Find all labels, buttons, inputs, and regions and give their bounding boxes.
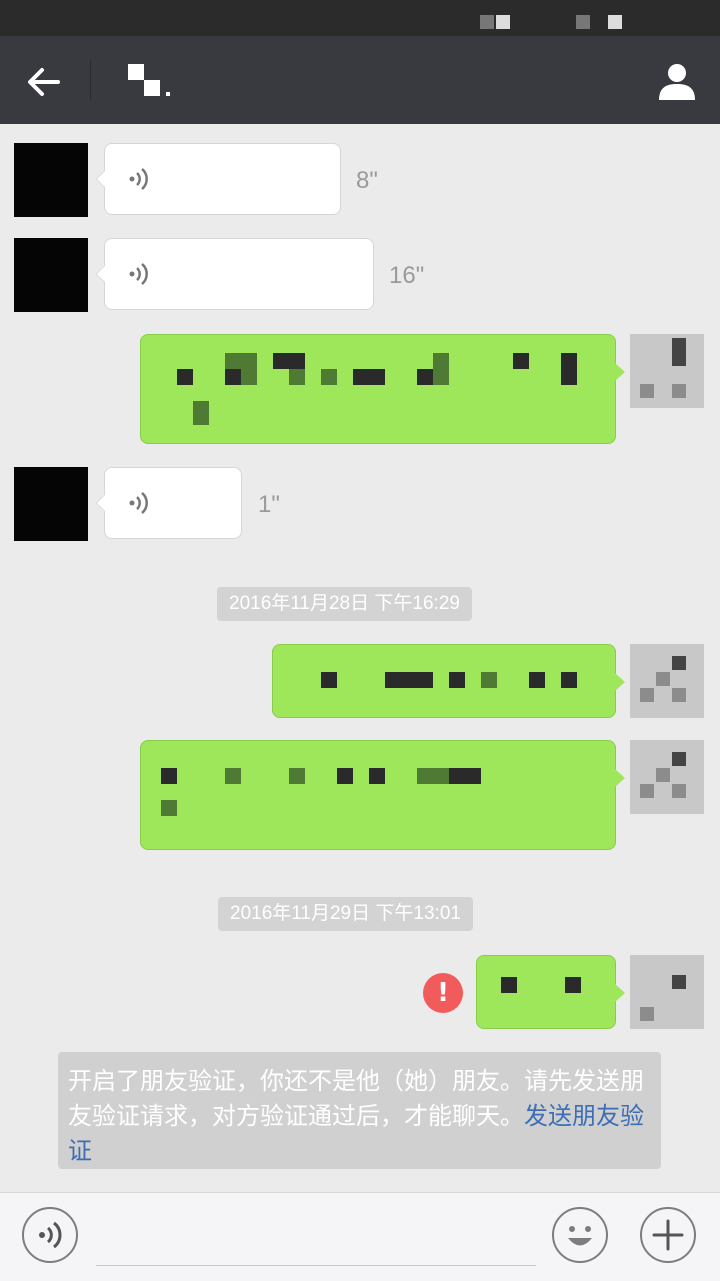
back-button[interactable]	[22, 60, 66, 104]
timestamp: 2016年11月29日 下午13:01	[218, 897, 473, 931]
sent-message-bubble[interactable]	[272, 644, 625, 718]
voice-message-bubble[interactable]	[96, 238, 374, 310]
send-failed-icon[interactable]: !	[423, 973, 463, 1013]
status-indicator	[576, 15, 590, 29]
profile-button[interactable]	[656, 60, 698, 102]
voice-duration: 16"	[389, 262, 425, 289]
status-indicator	[496, 15, 510, 29]
sent-message-bubble[interactable]	[140, 334, 625, 444]
sent-message-bubble[interactable]	[140, 740, 625, 850]
sent-message-bubble[interactable]	[476, 955, 625, 1029]
voice-message-bubble[interactable]	[96, 467, 242, 539]
voice-duration: 1"	[258, 491, 280, 518]
input-bar	[0, 1192, 720, 1281]
plus-icon	[652, 1219, 684, 1251]
my-avatar[interactable]	[630, 955, 704, 1029]
status-bar	[0, 0, 720, 36]
my-avatar[interactable]	[630, 334, 704, 408]
contact-avatar[interactable]	[14, 143, 88, 217]
friend-verification-notice: 开启了朋友验证，你还不是他（她）朋友。请先发送朋友验证请求，对方验证通过后，才能…	[58, 1052, 661, 1169]
voice-icon	[39, 1221, 62, 1249]
my-avatar[interactable]	[630, 740, 704, 814]
voice-duration: 8"	[356, 167, 378, 194]
voice-wave-icon	[129, 168, 148, 190]
emoji-button[interactable]	[552, 1207, 608, 1263]
person-icon	[659, 64, 695, 100]
message-input[interactable]	[96, 1265, 536, 1266]
timestamp: 2016年11月28日 下午16:29	[217, 587, 472, 621]
nav-bar	[0, 36, 720, 124]
voice-input-button[interactable]	[22, 1207, 78, 1263]
contact-avatar[interactable]	[14, 467, 88, 541]
emoji-icon	[552, 1207, 608, 1263]
nav-divider	[90, 60, 91, 100]
voice-wave-icon	[129, 263, 148, 285]
more-button[interactable]	[640, 1207, 696, 1263]
my-avatar[interactable]	[630, 644, 704, 718]
chat-title	[100, 60, 220, 104]
arrow-left-icon	[28, 68, 60, 96]
contact-avatar[interactable]	[14, 238, 88, 312]
status-indicator	[480, 15, 494, 29]
status-indicator	[608, 15, 622, 29]
voice-wave-icon	[129, 492, 148, 514]
voice-message-bubble[interactable]	[96, 143, 341, 215]
